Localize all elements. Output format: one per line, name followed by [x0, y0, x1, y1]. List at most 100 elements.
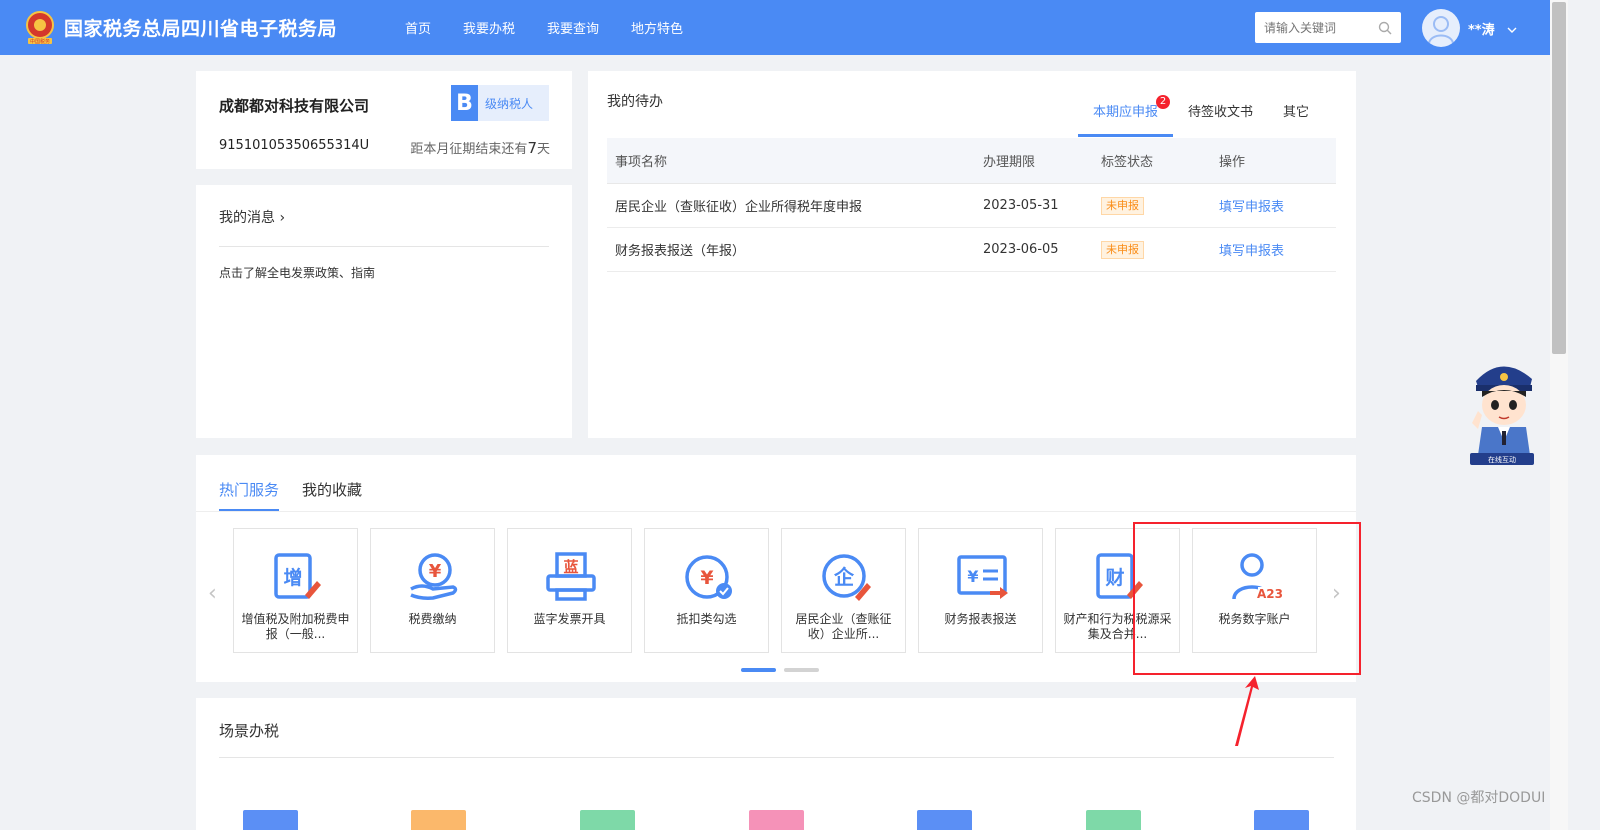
notification-badge: 2 — [1156, 95, 1171, 109]
tab-pending-documents[interactable]: 待签收文书 — [1173, 103, 1268, 137]
scene-icon[interactable] — [1086, 810, 1141, 830]
divider — [219, 246, 549, 247]
scene-icon[interactable] — [749, 810, 804, 830]
action-cell: 填写申报表 — [1219, 240, 1336, 259]
fill-declaration-link[interactable]: 填写申报表 — [1219, 200, 1284, 215]
search-box — [1255, 12, 1401, 43]
taxpayer-level-badge: B 级纳税人 — [451, 85, 549, 121]
tax-officer-mascot-icon: 在线互动 — [1470, 366, 1534, 465]
scene-icon[interactable] — [243, 810, 298, 830]
svg-text:增: 增 — [283, 566, 302, 589]
status-cell: 未申报 — [1101, 240, 1219, 259]
scrollbar-thumb[interactable] — [1552, 2, 1566, 354]
top-header: 中国税务 国家税务总局四川省电子税务局 首页 我要办税 我要查询 地方特色 **… — [0, 0, 1568, 55]
fill-declaration-link[interactable]: 填写申报表 — [1219, 244, 1284, 259]
status-cell: 未申报 — [1101, 196, 1219, 215]
annotation-arrow-icon — [1235, 676, 1259, 746]
tile-label: 财务报表报送 — [944, 612, 1017, 626]
level-text: 级纳税人 — [485, 96, 534, 111]
svg-text:¥: ¥ — [700, 567, 713, 589]
services-tabs: 热门服务 我的收藏 — [219, 479, 385, 511]
nav-local-features[interactable]: 地方特色 — [631, 18, 683, 37]
search-input[interactable] — [1255, 12, 1367, 43]
nav-home[interactable]: 首页 — [405, 18, 431, 37]
level-letter: B — [451, 85, 478, 121]
tax-id: 91510105350655314U — [219, 138, 370, 153]
svg-text:企: 企 — [833, 565, 855, 589]
column-header: 标签状态 — [1101, 155, 1154, 170]
user-menu[interactable]: **涛 — [1422, 9, 1517, 47]
deadline-prefix: 距本月征期结束还有 — [410, 142, 528, 157]
todo-tabs: 本期应申报 2 待签收文书 其它 — [1078, 95, 1324, 137]
deduction-select-icon: ¥ — [685, 555, 732, 599]
tab-hot-services[interactable]: 热门服务 — [219, 479, 280, 511]
svg-text:在线互动: 在线互动 — [1488, 455, 1516, 464]
messages-card: 我的消息 › 点击了解全电发票政策、指南 — [196, 185, 572, 438]
column-header: 办理期限 — [983, 155, 1036, 170]
divider — [219, 757, 1334, 758]
todo-card: 我的待办 本期应申报 2 待签收文书 其它 事项名称 办理期限 标签状态 操作 … — [588, 71, 1356, 438]
deadline-days: 7 — [527, 139, 537, 157]
site-brand[interactable]: 中国税务 国家税务总局四川省电子税务局 — [24, 8, 337, 46]
todo-table: 事项名称 办理期限 标签状态 操作 居民企业（查账征收）企业所得税年度申报 20… — [607, 138, 1336, 272]
svg-text:中国税务: 中国税务 — [30, 38, 50, 45]
watermark-text: CSDN @都对DODUI — [1412, 790, 1546, 806]
item-deadline: 2023-05-31 — [983, 198, 1059, 213]
tile-label: 居民企业（查账征收）企业所... — [795, 612, 892, 641]
service-tile-enterprise-tax[interactable]: 企 居民企业（查账征收）企业所... — [781, 528, 906, 653]
tile-label: 抵扣类勾选 — [676, 612, 737, 626]
carousel-dot-1[interactable] — [741, 668, 776, 672]
scene-icon[interactable] — [1254, 810, 1309, 830]
tab-other[interactable]: 其它 — [1268, 103, 1324, 137]
nav-do-tax[interactable]: 我要办税 — [463, 18, 515, 37]
scene-icon[interactable] — [917, 810, 972, 830]
chevron-down-icon[interactable] — [1507, 19, 1517, 38]
online-assistant-mascot[interactable]: 在线互动 — [1466, 357, 1538, 471]
todo-title: 我的待办 — [607, 94, 663, 110]
column-header: 操作 — [1219, 155, 1246, 170]
company-card: 成都都对科技有限公司 B 级纳税人 91510105350655314U 距本月… — [196, 71, 572, 169]
messages-title[interactable]: 我的消息 › — [219, 207, 285, 227]
tile-label: 税费缴纳 — [408, 612, 457, 626]
nav-query[interactable]: 我要查询 — [547, 18, 599, 37]
highlight-annotation-box — [1133, 522, 1361, 675]
carousel-prev-arrow[interactable]: ‹ — [208, 581, 217, 606]
enterprise-tax-icon: 企 — [822, 554, 871, 601]
tab-my-favorites[interactable]: 我的收藏 — [302, 479, 362, 511]
service-tile-vat-declare[interactable]: 增 增值税及附加税费申报（一般... — [233, 528, 358, 653]
column-header: 事项名称 — [615, 155, 668, 170]
item-deadline: 2023-06-05 — [983, 242, 1059, 257]
tile-label: 蓝字发票开具 — [533, 612, 606, 626]
service-tile-invoice-issue[interactable]: 蓝 蓝字发票开具 — [507, 528, 632, 653]
service-tile-financial-report[interactable]: ¥ 财务报表报送 — [918, 528, 1043, 653]
table-header: 事项名称 办理期限 标签状态 操作 — [607, 138, 1336, 184]
invoice-issue-icon: 蓝 — [546, 552, 596, 601]
national-emblem-icon: 中国税务 — [24, 8, 56, 46]
scene-icon[interactable] — [411, 810, 466, 830]
table-row: 居民企业（查账征收）企业所得税年度申报 2023-05-31 未申报 填写申报表 — [607, 184, 1336, 228]
vat-declare-icon: 增 — [274, 553, 321, 599]
financial-report-icon: ¥ — [957, 555, 1008, 599]
company-name: 成都都对科技有限公司 — [219, 97, 370, 115]
scene-icon[interactable] — [580, 810, 635, 830]
scene-title: 场景办税 — [219, 722, 280, 740]
tax-payment-icon: ¥ — [410, 553, 458, 600]
item-name: 居民企业（查账征收）企业所得税年度申报 — [615, 200, 863, 215]
search-icon[interactable] — [1378, 20, 1392, 39]
avatar[interactable] — [1422, 9, 1460, 47]
carousel-dots — [741, 668, 827, 672]
svg-text:¥: ¥ — [429, 561, 442, 582]
svg-text:¥: ¥ — [967, 567, 978, 586]
carousel-dot-2[interactable] — [784, 668, 819, 672]
divider — [196, 511, 1356, 512]
message-item[interactable]: 点击了解全电发票政策、指南 — [219, 264, 375, 281]
action-cell: 填写申报表 — [1219, 196, 1336, 215]
service-tile-deduction-select[interactable]: ¥ 抵扣类勾选 — [644, 528, 769, 653]
svg-text:蓝: 蓝 — [563, 558, 578, 576]
deadline-info: 距本月征期结束还有7天 — [410, 138, 550, 157]
service-tile-tax-payment[interactable]: ¥ 税费缴纳 — [370, 528, 495, 653]
table-row: 财务报表报送（年报） 2023-06-05 未申报 填写申报表 — [607, 228, 1336, 272]
tab-current-declare[interactable]: 本期应申报 2 — [1078, 95, 1174, 137]
main-nav: 首页 我要办税 我要查询 地方特色 — [405, 0, 715, 55]
item-name: 财务报表报送（年报） — [615, 244, 746, 259]
